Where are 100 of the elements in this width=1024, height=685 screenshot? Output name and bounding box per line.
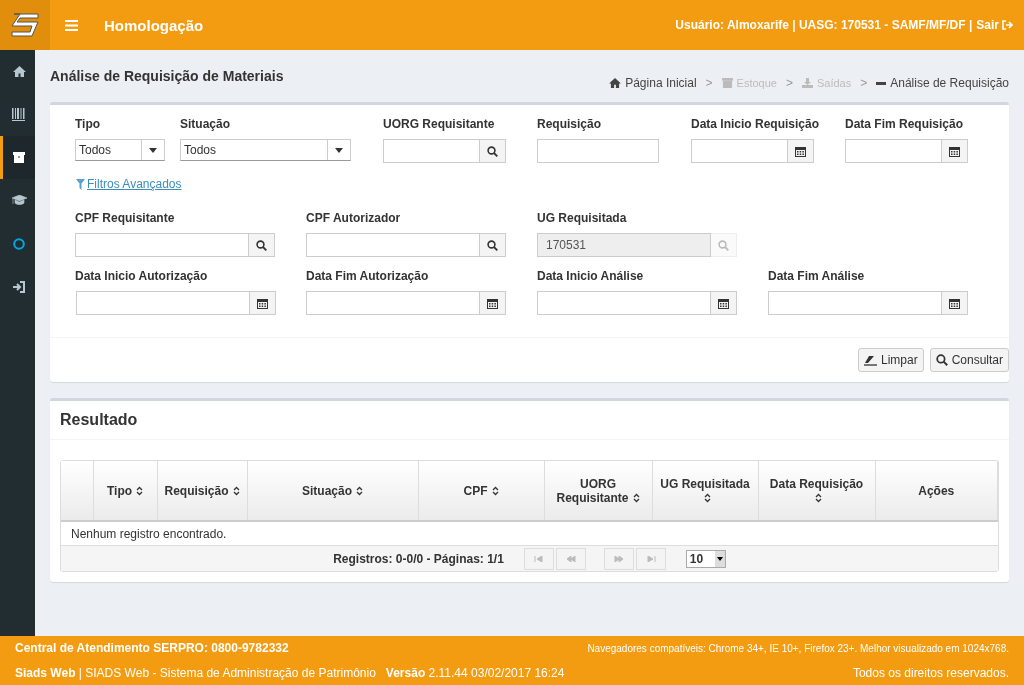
column-header[interactable]: Data Requisição xyxy=(758,461,875,521)
field-label: Data Fim Autorização xyxy=(306,269,430,285)
search-icon xyxy=(487,239,498,251)
calendar-button[interactable] xyxy=(250,291,276,315)
input-field[interactable] xyxy=(845,139,942,163)
home-icon xyxy=(609,78,622,88)
field-label: Data Fim Requisição xyxy=(845,117,965,133)
breadcrumb-separator: > xyxy=(705,76,713,90)
page-size-dropdown[interactable]: 10 xyxy=(685,549,726,568)
system-info: Siads Web | SIADS Web - Sistema de Administração de Patrimônio Versão 2.11.44 03/02/2017 16:24 xyxy=(15,665,565,680)
home-icon xyxy=(12,66,26,77)
input-field[interactable] xyxy=(383,139,480,163)
page-title: Análise de Requisição de Materiais xyxy=(50,68,284,84)
column-header[interactable]: UG Requisitada xyxy=(652,461,758,521)
input-field[interactable] xyxy=(306,291,480,315)
field-label: Requisição xyxy=(537,117,603,133)
input-field[interactable] xyxy=(537,139,659,163)
column-header: Ações xyxy=(875,461,998,521)
login-icon xyxy=(12,280,26,293)
pagination-summary: Registros: 0-0/0 - Páginas: 1/1 xyxy=(333,551,504,566)
sort-icon xyxy=(815,493,822,504)
input-field[interactable] xyxy=(75,233,249,257)
caret-icon xyxy=(149,147,157,153)
empty-message: Nenhum registro encontrado. xyxy=(61,521,998,545)
sort-icon xyxy=(232,486,240,497)
calendar-icon xyxy=(949,145,960,157)
filter-icon xyxy=(76,178,85,190)
input-field[interactable] xyxy=(691,139,788,163)
caret-icon xyxy=(335,147,343,153)
calendar-icon xyxy=(487,297,498,309)
search-icon xyxy=(487,145,498,157)
action-button[interactable]: Consultar xyxy=(929,348,1009,372)
calendar-button[interactable] xyxy=(480,291,506,315)
breadcrumb-link[interactable]: Análise de Requisição xyxy=(890,76,1009,90)
sort-icon xyxy=(703,493,711,504)
field-label: UG Requisitada xyxy=(537,211,628,227)
input-field[interactable] xyxy=(537,291,711,315)
field-label: UORG Requisitante xyxy=(383,117,496,133)
logout-icon xyxy=(1002,20,1013,30)
barcode-icon xyxy=(12,108,26,121)
field-label: Data Inicio Análise xyxy=(537,269,645,285)
field-label: CPF Requisitante xyxy=(75,211,176,227)
calendar-button[interactable] xyxy=(942,291,968,315)
circle-icon xyxy=(13,237,25,250)
support-info: Central de Atendimento SERPRO: 0800-9782332 xyxy=(15,641,289,656)
caret-icon xyxy=(716,556,723,561)
sort-icon xyxy=(356,486,363,497)
calendar-button[interactable] xyxy=(711,291,737,315)
calendar-button[interactable] xyxy=(942,139,968,163)
eraser-icon xyxy=(863,354,877,366)
pager-arrow-icon xyxy=(613,555,624,562)
advanced-filters-link[interactable]: Filtros Avançados xyxy=(87,177,182,191)
search-icon xyxy=(935,354,948,366)
search-icon xyxy=(718,239,729,251)
calendar-button[interactable] xyxy=(788,139,814,163)
input-field[interactable] xyxy=(768,291,942,315)
section-title: Resultado xyxy=(50,401,1009,440)
tray-arrow-icon xyxy=(802,78,813,88)
dropdown[interactable]: Todos xyxy=(75,139,165,161)
column-header[interactable]: CPF xyxy=(418,461,544,521)
search-button[interactable] xyxy=(480,139,506,163)
input-field[interactable] xyxy=(306,233,480,257)
column-header[interactable]: UORG Requisitante xyxy=(544,461,652,521)
logo-icon xyxy=(0,0,50,50)
archive-icon xyxy=(721,78,733,88)
browser-info: Navegadores compatíveis: Chrome 34+, IE 10+, Firefox 23+. Melhor visualizado em 1024x768. xyxy=(587,642,1009,654)
breadcrumb-separator: > xyxy=(785,76,793,90)
action-button[interactable]: Limpar xyxy=(857,348,924,372)
pager-arrow-icon xyxy=(533,555,544,562)
calendar-icon xyxy=(949,297,960,309)
graduation-cap-icon xyxy=(11,195,27,206)
search-icon xyxy=(256,239,267,251)
column-header[interactable]: Tipo xyxy=(93,461,157,521)
dropdown[interactable]: Todos xyxy=(180,139,351,161)
breadcrumb-link[interactable]: Página Inicial xyxy=(625,76,697,90)
search-button[interactable] xyxy=(249,233,275,257)
copyright-text: Todos os direitos reservados. xyxy=(852,665,1009,680)
field-label: CPF Autorizador xyxy=(306,211,402,227)
calendar-icon xyxy=(795,145,806,157)
field-label: Tipo xyxy=(75,117,102,133)
minus-icon xyxy=(876,81,887,85)
breadcrumb-separator: > xyxy=(860,76,868,90)
search-button[interactable] xyxy=(480,233,506,257)
pager-arrow-icon xyxy=(645,555,656,562)
sort-icon xyxy=(136,486,144,497)
pager-arrow-icon xyxy=(565,555,576,562)
environment-title: Homologação xyxy=(104,16,204,34)
input-field[interactable] xyxy=(76,291,250,315)
field-label: Data Inicio Requisição xyxy=(691,117,821,133)
user-info: Usuário: Almoxarife | UASG: 170531 - SAMF/MF/DF | xyxy=(675,18,973,32)
sort-icon xyxy=(491,486,499,497)
archive-box-icon xyxy=(13,152,25,163)
column-header[interactable]: Situação xyxy=(247,461,418,521)
field-label: Situação xyxy=(180,117,231,133)
field-label: Data Inicio Autorização xyxy=(75,269,209,285)
column-header[interactable]: Requisição xyxy=(157,461,247,521)
sort-icon xyxy=(632,493,640,504)
calendar-icon xyxy=(257,297,268,309)
calendar-icon xyxy=(718,297,729,309)
sidebar-item[interactable] xyxy=(0,136,35,179)
